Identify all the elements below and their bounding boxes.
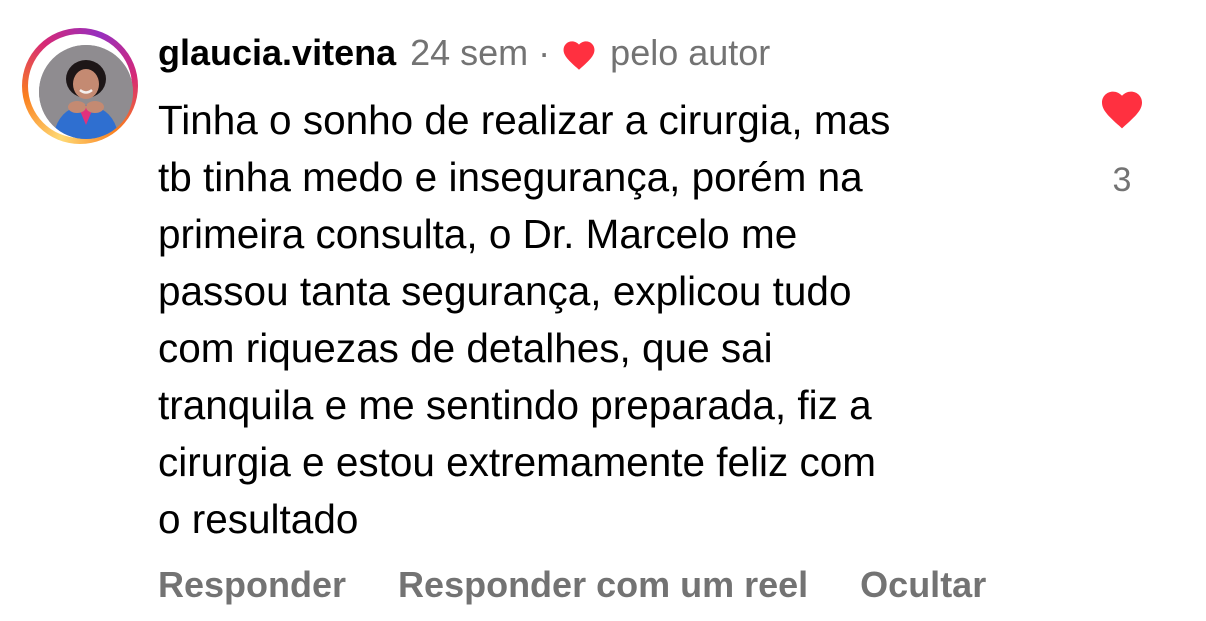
like-button[interactable]	[1098, 86, 1146, 130]
liked-by-author-label: pelo autor	[610, 32, 771, 73]
comment-text-line: Tinha o sonho de realizar a cirurgia, ma…	[158, 97, 891, 143]
comment-text-line: cirurgia e estou extremamente feliz com	[158, 439, 877, 485]
comment-text-line: tranquila e me sentindo preparada, fiz a	[158, 382, 872, 428]
comment: glaucia.vitena 24 sem · pelo autor Tinha…	[0, 0, 1206, 621]
comment-text-line: passou tanta segurança, explicou tudo	[158, 268, 852, 314]
heart-icon	[560, 36, 598, 70]
comment-text-line: com riquezas de detalhes, que sai	[158, 325, 773, 371]
separator-dot: ·	[538, 32, 551, 73]
avatar[interactable]	[22, 28, 138, 144]
comment-text-line: primeira consulta, o Dr. Marcelo me	[158, 211, 798, 257]
comment-header: glaucia.vitena 24 sem · pelo autor	[158, 30, 770, 76]
comment-text-line: tb tinha medo e insegurança, porém na	[158, 154, 863, 200]
username-link[interactable]: glaucia.vitena	[158, 30, 396, 76]
comment-timestamp[interactable]: 24 sem	[410, 30, 528, 76]
comment-text: Tinha o sonho de realizar a cirurgia, ma…	[158, 92, 1058, 548]
profile-photo-image	[39, 45, 133, 139]
reply-button[interactable]: Responder	[158, 562, 346, 608]
heart-filled-icon	[1102, 91, 1142, 129]
comment-actions: Responder Responder com um reel Ocultar	[158, 562, 986, 608]
hide-button[interactable]: Ocultar	[860, 562, 986, 608]
profile-photo	[39, 45, 133, 139]
reply-with-reel-button[interactable]: Responder com um reel	[398, 562, 808, 608]
like-count[interactable]: 3	[1098, 158, 1146, 202]
comment-text-line: o resultado	[158, 496, 359, 542]
